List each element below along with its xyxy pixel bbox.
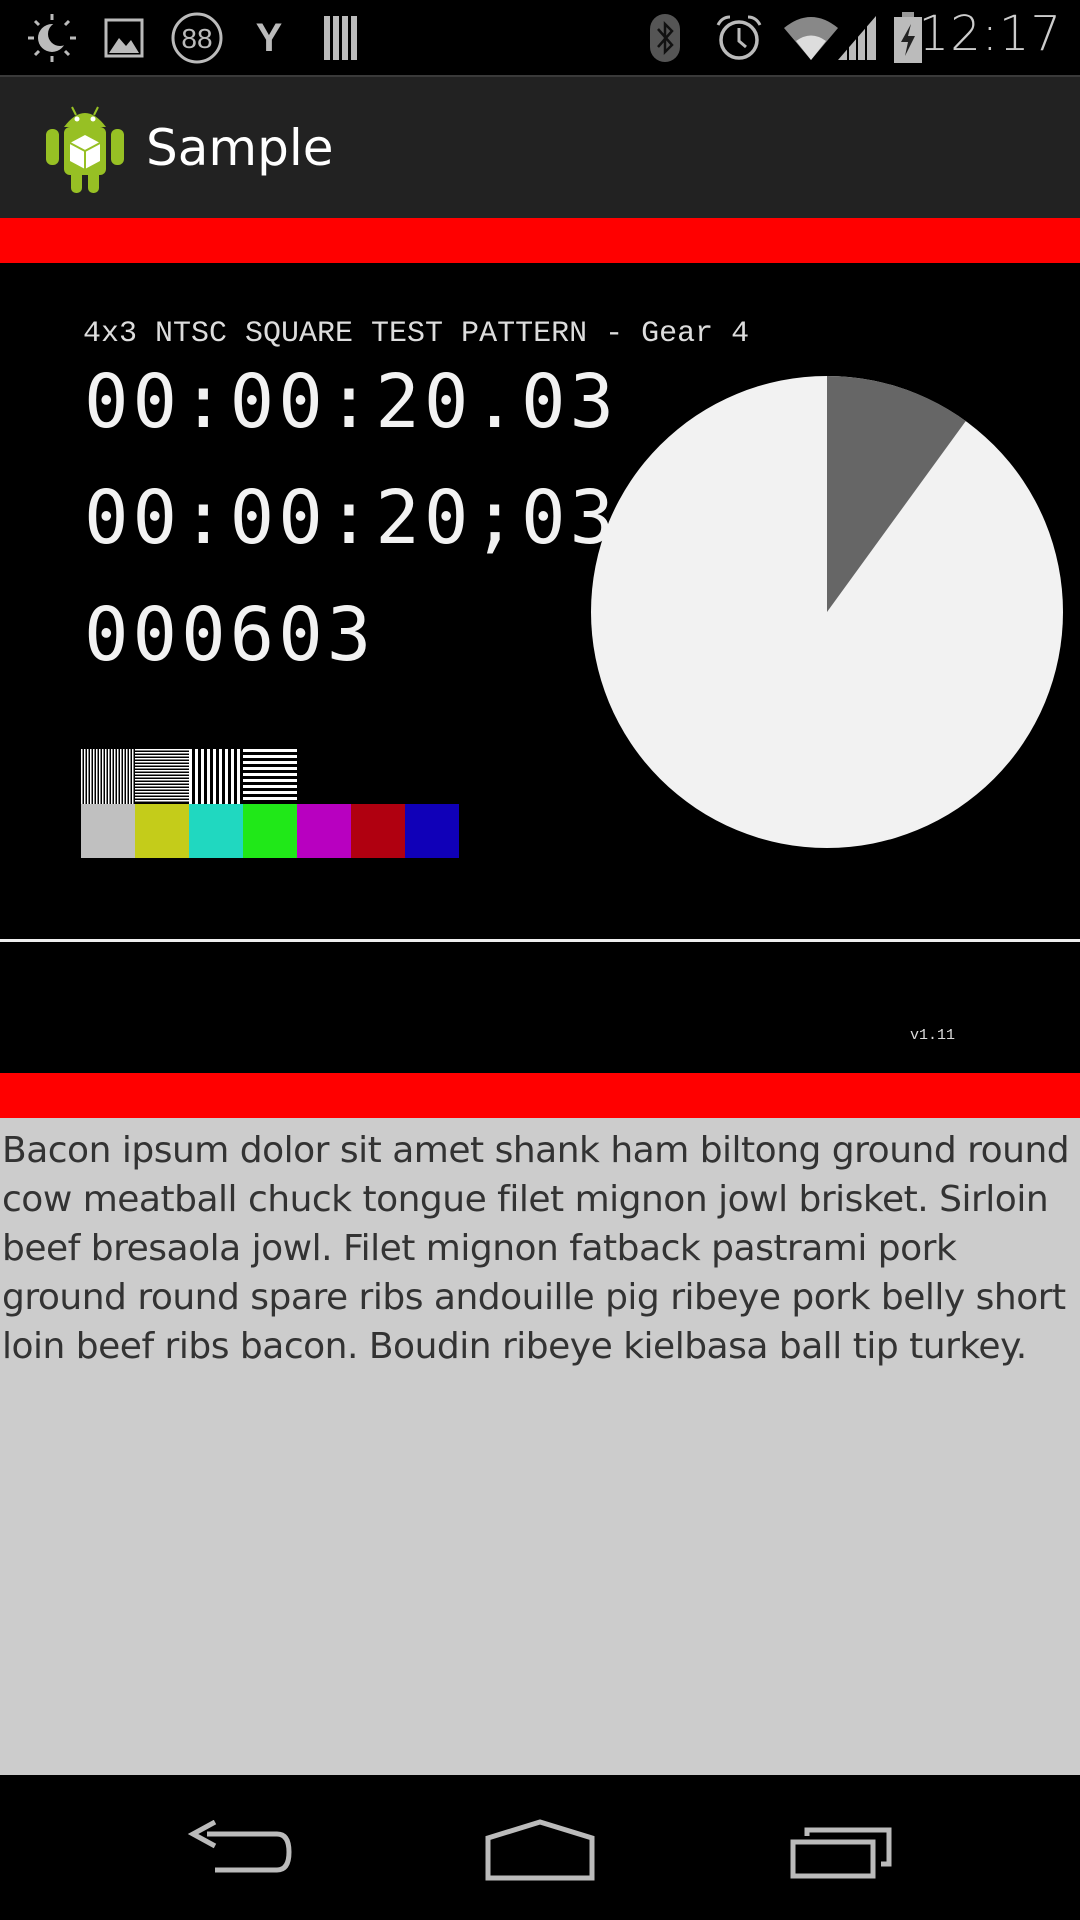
- bluetooth-icon: [648, 12, 682, 64]
- alarm-icon: [714, 12, 764, 64]
- badge-88-text: 88: [181, 23, 212, 54]
- pattern-title: 4x3 NTSC SQUARE TEST PATTERN - Gear 4: [83, 317, 750, 351]
- android-app-icon[interactable]: [42, 99, 128, 199]
- resolution-block: [189, 749, 240, 804]
- color-bar: [189, 804, 243, 858]
- recents-icon: [790, 1827, 892, 1879]
- recents-button[interactable]: [774, 1815, 914, 1885]
- body-text: Bacon ipsum dolor sit amet shank ham bil…: [2, 1130, 1070, 1367]
- resolution-block: [135, 749, 189, 802]
- version-label: v1.11: [910, 1027, 956, 1044]
- video-player[interactable]: 4x3 NTSC SQUARE TEST PATTERN - Gear 4 00…: [0, 263, 1080, 1073]
- brightness-icon: [26, 12, 78, 64]
- resolution-block: [243, 749, 297, 800]
- color-bars: [81, 804, 459, 858]
- back-icon: [187, 1820, 292, 1873]
- resolution-patterns: [81, 749, 297, 804]
- timecode-dropframe: 00:00:20;03: [84, 475, 619, 561]
- badge-88-icon: 88: [170, 12, 224, 64]
- content-area: Bacon ipsum dolor sit amet shank ham bil…: [0, 1118, 1080, 1775]
- separator-line: [0, 939, 1080, 942]
- color-bar: [243, 804, 297, 858]
- wifi-icon: [782, 12, 840, 64]
- top-red-bar: [0, 218, 1080, 263]
- color-bar: [351, 804, 405, 858]
- color-bar: [405, 804, 459, 858]
- image-icon: [104, 12, 144, 64]
- signal-icon: [836, 12, 878, 64]
- resolution-block: [81, 749, 134, 804]
- timecode-decimal: 00:00:20.03: [84, 359, 619, 445]
- home-icon: [485, 1819, 595, 1881]
- clock: 12:17: [918, 6, 1062, 62]
- navigation-bar: [0, 1775, 1080, 1920]
- frame-count: 000603: [84, 592, 376, 678]
- barcode-icon: [322, 12, 362, 64]
- home-button[interactable]: [470, 1815, 610, 1885]
- color-bar: [81, 804, 135, 858]
- back-button[interactable]: [170, 1815, 310, 1885]
- color-bar: [297, 804, 351, 858]
- test-bars: [81, 749, 459, 858]
- y-icon: Y: [255, 15, 283, 60]
- bottom-red-bar: [0, 1073, 1080, 1118]
- pie-progress: [591, 376, 1063, 848]
- action-bar: Sample: [0, 75, 1080, 218]
- color-bar: [135, 804, 189, 858]
- app-title: Sample: [146, 119, 334, 177]
- status-bar: 88 Y 12:17: [0, 0, 1080, 75]
